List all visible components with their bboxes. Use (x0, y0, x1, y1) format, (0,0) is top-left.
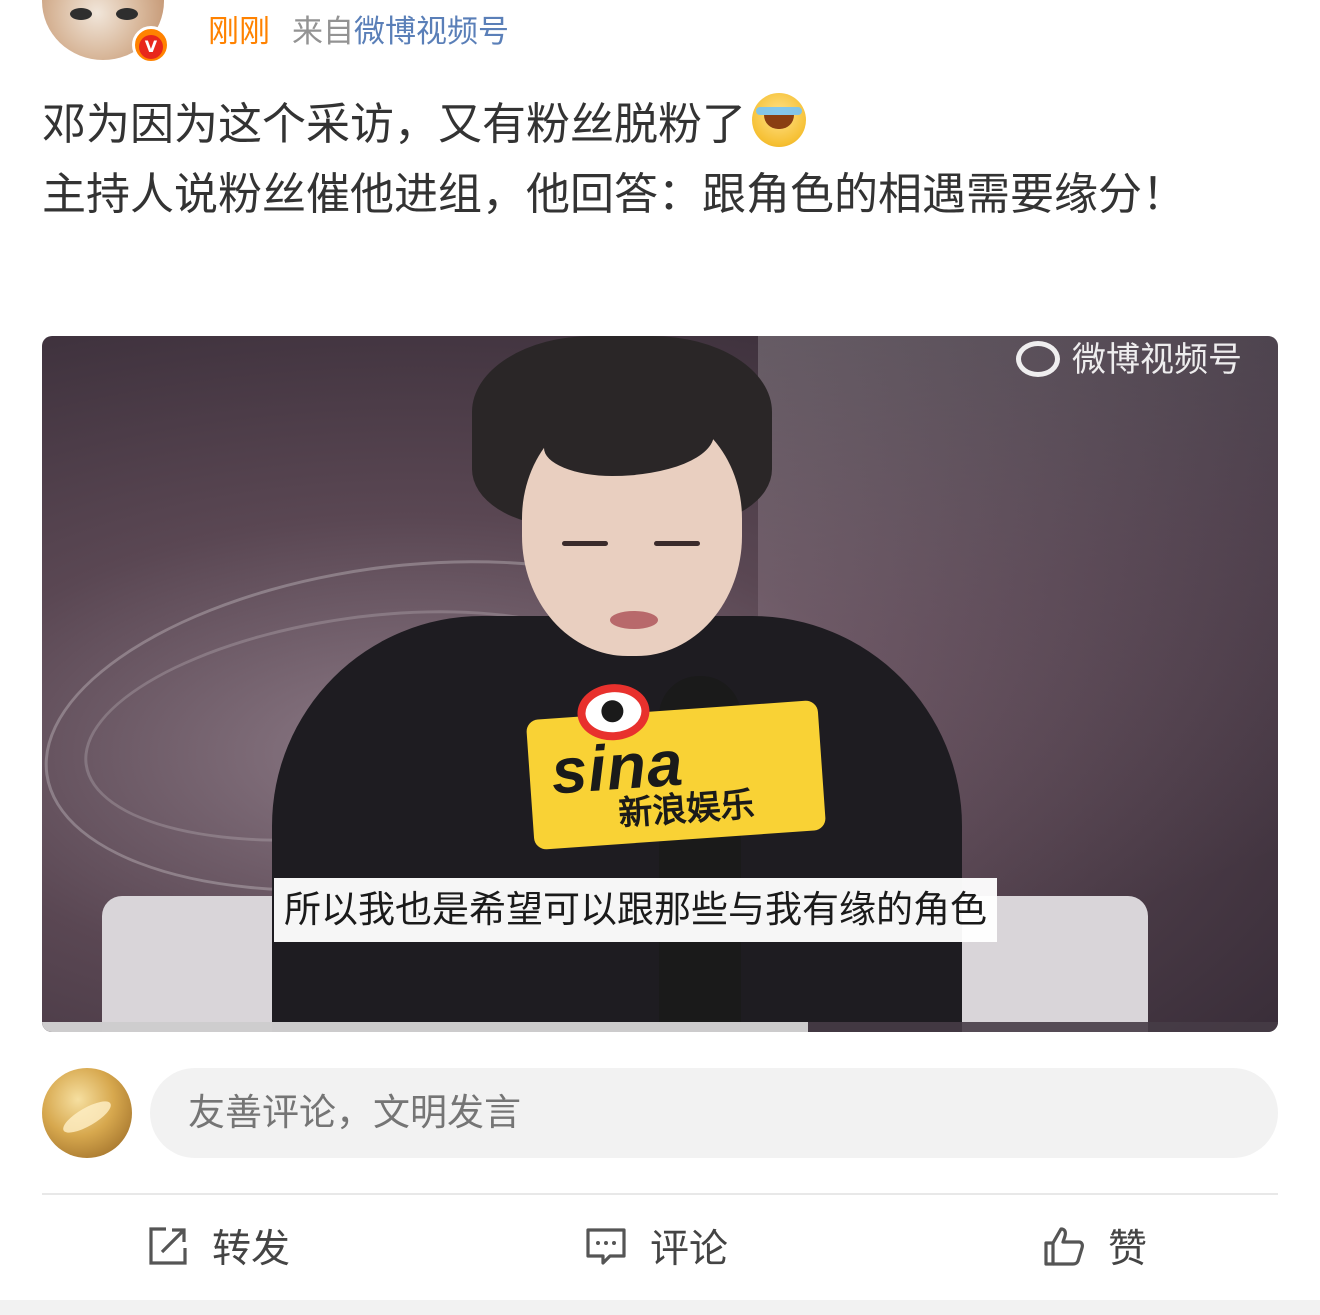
action-bar: 转发 评论 赞 (0, 1195, 1320, 1299)
laughing-crying-emoji-icon (752, 93, 806, 147)
comment-label: 评论 (650, 1227, 729, 1272)
video-player[interactable]: sina 新浪娱乐 微博视频号 所以我也是希望可以跟那些与我有缘的角色 (42, 336, 1278, 1032)
source-prefix: 来自 (292, 14, 354, 50)
bottom-separator (0, 1300, 1320, 1315)
share-label: 转发 (212, 1227, 291, 1272)
interviewee-face (522, 406, 742, 656)
share-button[interactable]: 转发 (146, 1213, 290, 1279)
post-meta: 刚刚 来自微博视频号 (208, 10, 509, 54)
video-progress-fill (42, 1022, 809, 1032)
verified-badge-icon: V (132, 26, 170, 64)
video-watermark: 微博视频号 (1016, 338, 1242, 382)
thumbs-up-icon (1044, 1227, 1084, 1266)
comment-row (42, 1066, 1278, 1158)
post-text-line-1: 邓为因为这个采访，又有粉丝脱粉了 (42, 99, 746, 150)
share-icon (149, 1227, 187, 1265)
source-link[interactable]: 微博视频号 (354, 14, 509, 50)
sina-mic-badge: sina 新浪娱乐 (525, 681, 827, 851)
sina-logo-cn: 新浪娱乐 (617, 784, 756, 835)
post-text: 邓为因为这个采访，又有粉丝脱粉了 主持人说粉丝催他进组，他回答：跟角色的相遇需要… (42, 90, 1282, 230)
my-avatar[interactable] (42, 1068, 132, 1158)
video-subtitle: 所以我也是希望可以跟那些与我有缘的角色 (274, 878, 997, 942)
post-text-line-2: 主持人说粉丝催他进组，他回答：跟角色的相遇需要缘分！ (42, 169, 1186, 220)
comment-input[interactable] (150, 1068, 1278, 1158)
post-header: V 刚刚 来自微博视频号 (42, 0, 1282, 66)
like-label: 赞 (1108, 1227, 1148, 1272)
comment-icon (586, 1228, 626, 1265)
post-time: 刚刚 (208, 14, 270, 50)
weibo-logo-icon (1016, 341, 1060, 377)
comment-button[interactable]: 评论 (584, 1213, 728, 1279)
author-avatar[interactable]: V (42, 0, 170, 64)
like-button[interactable]: 赞 (1042, 1213, 1147, 1279)
video-progress-bar[interactable] (42, 1022, 1278, 1032)
